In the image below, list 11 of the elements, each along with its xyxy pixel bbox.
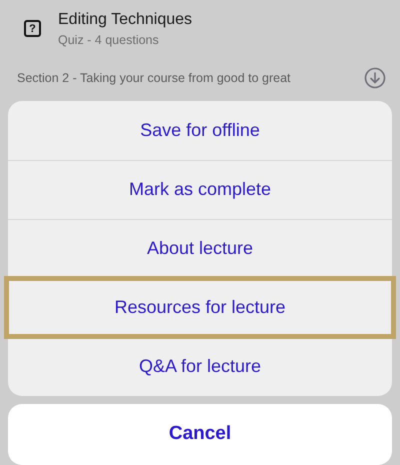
action-button[interactable]: Q&A for lecture [8, 336, 392, 396]
action-button[interactable]: Mark as complete [8, 160, 392, 219]
action-button[interactable]: About lecture [8, 218, 392, 278]
quiz-icon: ? [24, 20, 41, 38]
action-button[interactable]: Save for offline [8, 100, 392, 160]
cancel-button[interactable]: Cancel [8, 404, 392, 465]
lesson-title: Editing Techniques [58, 10, 192, 29]
download-icon[interactable] [364, 67, 386, 90]
action-button[interactable]: Resources for lecture [4, 276, 396, 339]
section-title: Section 2 - Taking your course from good to great [17, 71, 291, 86]
lesson-subtitle: Quiz - 4 questions [58, 32, 160, 47]
